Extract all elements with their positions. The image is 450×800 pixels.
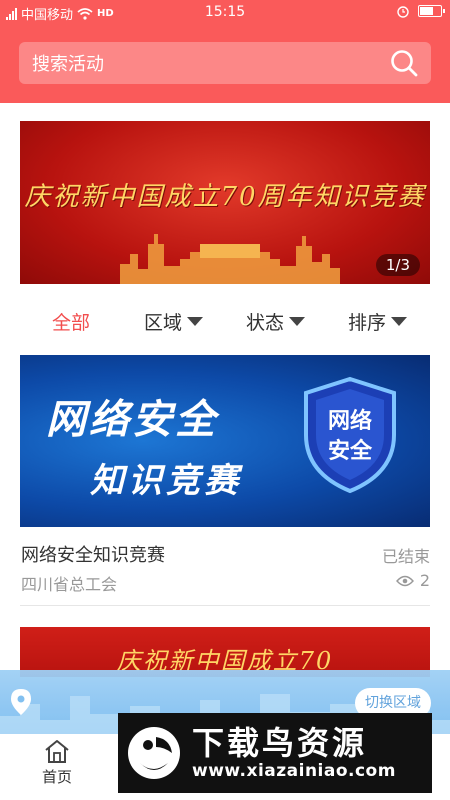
- search-input[interactable]: 搜索活动: [19, 42, 431, 84]
- filter-bar: 全部 区域 状态 排序: [0, 300, 450, 342]
- filter-sort[interactable]: 排序: [348, 308, 408, 335]
- filter-status-label: 状态: [246, 312, 285, 334]
- activity-organizer: 四川省总工会: [21, 575, 118, 594]
- card-image-title-line2: 知识竞赛: [90, 461, 242, 501]
- header: 中国移动 HD 15:15 搜索活动: [0, 0, 450, 103]
- filter-status[interactable]: 状态: [246, 308, 306, 335]
- caret-down-icon: [187, 317, 204, 326]
- activity-title[interactable]: 网络安全知识竞赛: [21, 541, 165, 567]
- shield-text-line2: 安全: [327, 439, 372, 464]
- location-pin-icon: [11, 689, 31, 715]
- filter-region-label: 区域: [144, 312, 183, 334]
- banner-title: 庆祝新中国成立70周年知识竞赛: [24, 182, 426, 212]
- watermark-title: 下载鸟资源: [192, 724, 368, 762]
- filter-all[interactable]: 全部: [52, 308, 90, 335]
- view-count-value: 2: [419, 571, 430, 590]
- tab-home-label: 首页: [41, 768, 72, 786]
- divider: [20, 605, 430, 606]
- skyline-graphic: [120, 234, 340, 284]
- view-count: 2: [395, 571, 430, 590]
- search-icon[interactable]: [389, 48, 419, 78]
- search-placeholder: 搜索活动: [32, 54, 104, 75]
- filter-region[interactable]: 区域: [144, 308, 204, 335]
- caret-down-icon: [391, 317, 408, 326]
- shield-text-line1: 网络: [327, 409, 372, 434]
- card-image-title-line1: 网络安全: [46, 396, 218, 443]
- watermark-url: www.xiazainiao.com: [192, 761, 396, 781]
- activity-card-image[interactable]: 网络安全 知识竞赛 网络 安全: [20, 355, 430, 527]
- home-icon: [45, 740, 69, 763]
- alarm-icon: [397, 6, 409, 18]
- tab-home[interactable]: 首页: [33, 738, 81, 787]
- filter-sort-label: 排序: [348, 312, 387, 334]
- bird-logo-icon: [128, 727, 180, 779]
- clock: 15:15: [204, 4, 246, 20]
- filter-all-label: 全部: [52, 312, 91, 334]
- eye-icon: [395, 575, 414, 586]
- status-bar: 中国移动 HD 15:15: [0, 0, 450, 26]
- carousel-counter: 1/3: [375, 254, 420, 276]
- banner-carousel[interactable]: 庆祝新中国成立70周年知识竞赛 1/3: [20, 121, 430, 284]
- activity-status: 已结束: [381, 547, 430, 566]
- caret-down-icon: [289, 317, 306, 326]
- watermark: 下载鸟资源 www.xiazainiao.com: [118, 713, 432, 793]
- battery-icon: [418, 5, 445, 17]
